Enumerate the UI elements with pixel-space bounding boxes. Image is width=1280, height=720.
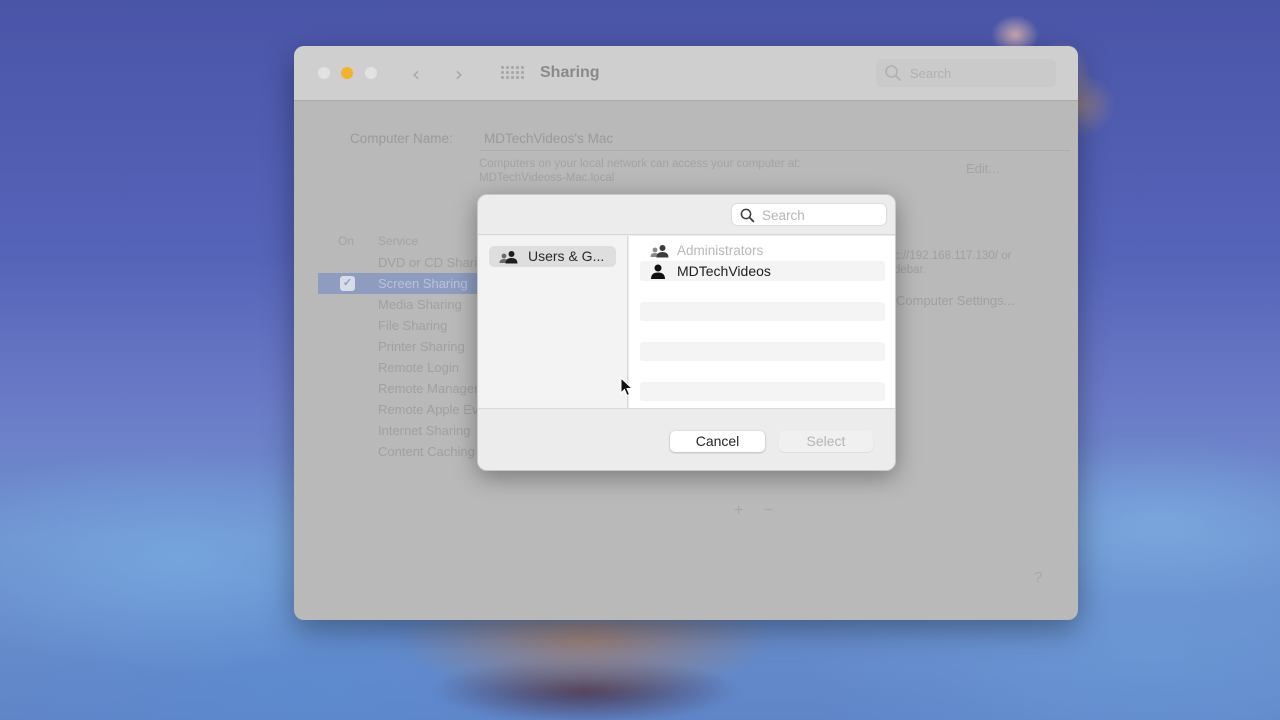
source-users-and-groups[interactable]: Users & G... bbox=[489, 246, 616, 267]
service-row-media-sharing[interactable]: Media Sharing bbox=[318, 294, 488, 315]
service-row-content-caching[interactable]: Content Caching bbox=[318, 441, 488, 462]
sheet-toolbar bbox=[478, 195, 895, 235]
service-checkbox[interactable] bbox=[340, 318, 355, 333]
list-item-mdtechvideos[interactable]: MDTechVideos bbox=[640, 261, 885, 281]
service-label: Content Caching bbox=[378, 444, 475, 459]
service-row-remote-apple-events[interactable]: Remote Apple Events bbox=[318, 399, 503, 420]
service-label: Media Sharing bbox=[378, 297, 462, 312]
users-list: Administrators MDTechVideos bbox=[629, 236, 895, 408]
select-button[interactable]: Select bbox=[779, 431, 873, 452]
zoom-window-button[interactable] bbox=[365, 67, 377, 79]
forward-button[interactable]: › bbox=[455, 62, 463, 86]
window-search-field[interactable]: Search bbox=[876, 59, 1056, 87]
sheet-button-bar: Cancel Select bbox=[478, 408, 895, 470]
show-all-grid-icon[interactable] bbox=[501, 66, 524, 80]
cancel-button[interactable]: Cancel bbox=[670, 431, 765, 452]
screen-sharing-address-text: c://192.168.117.130/ or bbox=[894, 250, 1012, 262]
source-label: Users & G... bbox=[528, 248, 605, 264]
close-window-button[interactable] bbox=[318, 67, 330, 79]
source-list: Users & G... bbox=[478, 236, 628, 408]
service-checkbox[interactable]: ✓ bbox=[340, 276, 355, 291]
chevron-right-icon: › bbox=[455, 62, 463, 86]
services-header-on: On bbox=[338, 234, 355, 248]
computer-name-label: Computer Name: bbox=[350, 131, 453, 146]
add-user-button[interactable]: + bbox=[734, 502, 743, 519]
chevron-left-icon: ‹ bbox=[412, 62, 420, 86]
service-row-printer-sharing[interactable]: Printer Sharing bbox=[318, 336, 488, 357]
group-icon bbox=[499, 250, 519, 269]
screen-sharing-hint-text: debar. bbox=[894, 264, 926, 276]
service-row-screen-sharing[interactable]: ✓ Screen Sharing bbox=[318, 273, 488, 294]
remove-user-button[interactable]: − bbox=[764, 502, 773, 519]
window-titlebar: ‹ › Sharing Search bbox=[294, 46, 1078, 101]
service-checkbox[interactable] bbox=[340, 402, 355, 417]
computer-name-underline bbox=[480, 150, 1070, 151]
sheet-search-input[interactable] bbox=[762, 206, 880, 224]
service-row-file-sharing[interactable]: File Sharing bbox=[318, 315, 488, 336]
wallpaper-rock-bottom bbox=[385, 620, 785, 720]
service-label: DVD or CD Sharing bbox=[378, 255, 492, 270]
window-search-placeholder: Search bbox=[910, 66, 952, 81]
minimize-window-button[interactable] bbox=[341, 67, 353, 79]
list-item-administrators[interactable]: Administrators bbox=[640, 241, 885, 261]
service-checkbox[interactable] bbox=[340, 339, 355, 354]
computer-name-field[interactable]: MDTechVideos's Mac bbox=[484, 131, 613, 146]
empty-list-row bbox=[640, 342, 885, 361]
search-icon bbox=[884, 64, 902, 87]
services-header-service: Service bbox=[378, 234, 419, 248]
help-button[interactable]: ? bbox=[1034, 569, 1042, 586]
sheet-search-field[interactable] bbox=[731, 203, 887, 226]
service-checkbox[interactable] bbox=[340, 255, 355, 270]
service-label: Printer Sharing bbox=[378, 339, 465, 354]
network-address-hint: Computers on your local network can acce… bbox=[479, 157, 801, 185]
service-label: Internet Sharing bbox=[378, 423, 471, 438]
user-icon bbox=[650, 264, 666, 284]
user-list-controls: + − bbox=[734, 502, 789, 520]
back-button[interactable]: ‹ bbox=[412, 62, 420, 86]
service-checkbox[interactable] bbox=[340, 360, 355, 375]
service-row-remote-login[interactable]: Remote Login bbox=[318, 357, 488, 378]
network-hint-line2: MDTechVideoss-Mac.local bbox=[479, 172, 615, 184]
service-checkbox[interactable] bbox=[340, 297, 355, 312]
empty-list-row bbox=[640, 382, 885, 401]
window-title: Sharing bbox=[540, 64, 600, 81]
computer-settings-button[interactable]: Computer Settings... bbox=[896, 293, 1015, 308]
service-checkbox[interactable] bbox=[340, 381, 355, 396]
service-checkbox[interactable] bbox=[340, 444, 355, 459]
service-label: Screen Sharing bbox=[378, 276, 468, 291]
network-hint-line1: Computers on your local network can acce… bbox=[479, 158, 801, 170]
edit-button[interactable]: Edit... bbox=[966, 161, 999, 176]
list-item-label: MDTechVideos bbox=[677, 263, 771, 279]
empty-list-row bbox=[640, 302, 885, 321]
service-label: Remote Login bbox=[378, 360, 459, 375]
select-users-sheet: Users & G... Administrators MDTechVideos… bbox=[477, 194, 896, 471]
list-item-label: Administrators bbox=[677, 243, 764, 258]
service-row-internet-sharing[interactable]: Internet Sharing bbox=[318, 420, 488, 441]
service-label: File Sharing bbox=[378, 318, 448, 333]
search-icon bbox=[740, 208, 755, 228]
service-row-remote-management[interactable]: Remote Management bbox=[318, 378, 503, 399]
service-checkbox[interactable] bbox=[340, 423, 355, 438]
mouse-pointer-icon bbox=[620, 376, 634, 402]
service-row-dvd-or-cd-sharing[interactable]: DVD or CD Sharing bbox=[318, 252, 492, 273]
